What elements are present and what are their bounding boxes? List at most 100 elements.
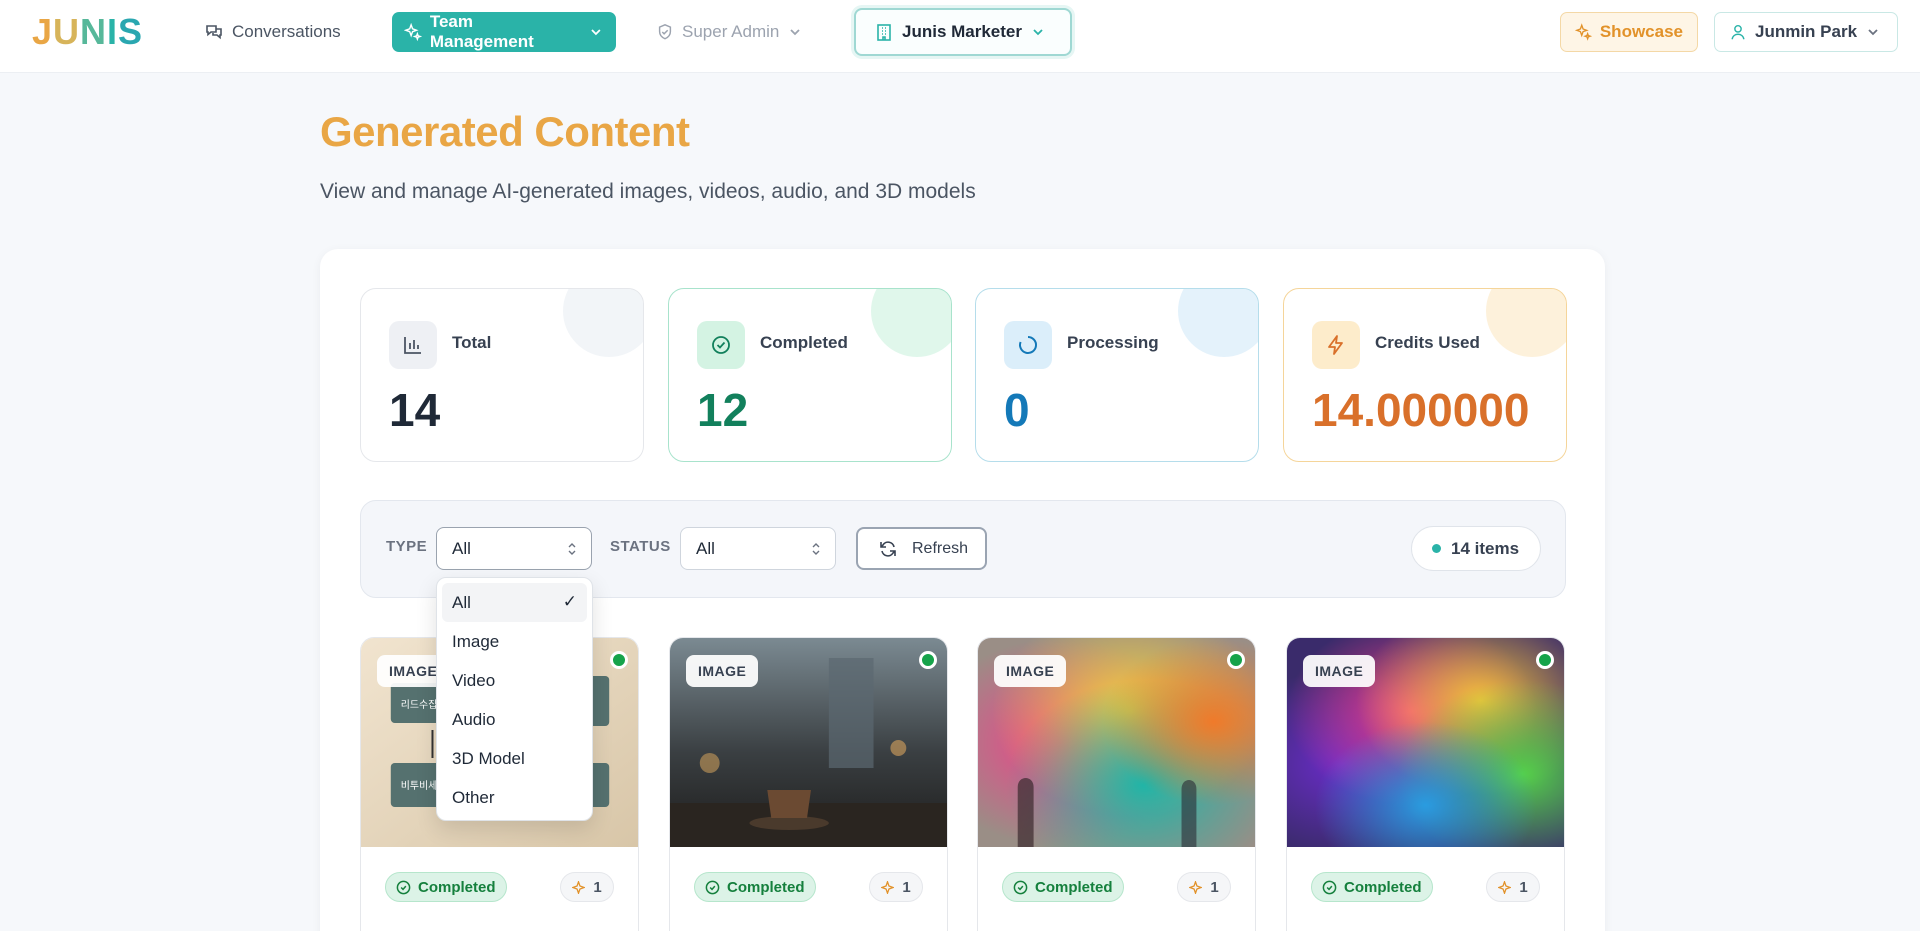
- shield-check-icon: [658, 24, 672, 40]
- status-label: Completed: [418, 878, 496, 896]
- type-filter-label: TYPE: [386, 538, 428, 555]
- check-circle-icon: [697, 321, 745, 369]
- credit-value: 1: [902, 878, 911, 896]
- chevron-down-icon: [790, 29, 800, 36]
- option-label: Audio: [452, 709, 496, 729]
- check-icon: ✓: [562, 592, 577, 611]
- organization-selector[interactable]: Junis Marketer: [854, 8, 1072, 56]
- nav-super-admin-label: Super Admin: [682, 22, 780, 41]
- credit-badge: 1: [869, 872, 923, 902]
- stat-label: Completed: [760, 333, 848, 352]
- lightning-icon: [1312, 321, 1360, 369]
- stat-label: Credits Used: [1375, 333, 1480, 352]
- credit-value: 1: [1519, 878, 1528, 896]
- content-card[interactable]: IMAGE Completed 1: [1286, 637, 1565, 931]
- type-option-audio[interactable]: Audio: [437, 700, 592, 739]
- status-indicator-dot: [1536, 651, 1554, 669]
- credit-value: 1: [1210, 878, 1219, 896]
- nav-team-management[interactable]: Team Management: [392, 12, 616, 52]
- nav-conversations-label: Conversations: [232, 22, 341, 41]
- credit-badge: 1: [560, 872, 614, 902]
- sparkle-icon: [1189, 880, 1203, 894]
- status-indicator-dot: [919, 651, 937, 669]
- chevron-down-icon: [591, 29, 601, 36]
- stat-card-completed: Completed 12: [668, 288, 952, 462]
- option-label: All: [452, 592, 471, 612]
- type-dropdown-menu: All ✓ Image Video Audio 3D Model Other: [436, 577, 593, 821]
- credit-badge: 1: [1486, 872, 1540, 902]
- stat-value: 14.000000: [1312, 384, 1530, 436]
- content-card[interactable]: IMAGE Completed 1: [669, 637, 948, 931]
- showcase-button[interactable]: Showcase: [1560, 12, 1698, 52]
- decorative-circle: [871, 289, 951, 357]
- stat-value: 14: [389, 384, 441, 436]
- status-badge: Completed: [694, 872, 816, 902]
- type-option-image[interactable]: Image: [437, 622, 592, 661]
- stat-value: 12: [697, 384, 749, 436]
- user-menu[interactable]: Junmin Park: [1714, 12, 1898, 52]
- sparkles-icon: [1575, 23, 1592, 41]
- option-label: Video: [452, 670, 496, 690]
- credit-value: 1: [593, 878, 602, 896]
- type-select-value: All: [452, 538, 471, 558]
- sparkles-icon: [404, 23, 422, 41]
- stat-card-processing: Processing 0: [975, 288, 1259, 462]
- content-type-tag: IMAGE: [1303, 655, 1376, 687]
- junis-logo[interactable]: JUNIS: [32, 14, 143, 50]
- type-option-3d-model[interactable]: 3D Model: [437, 739, 592, 778]
- user-name: Junmin Park: [1755, 22, 1858, 41]
- nav-team-management-label: Team Management: [429, 12, 534, 51]
- type-option-other[interactable]: Other: [437, 778, 592, 817]
- svg-text:비투비세: 비투비세: [401, 780, 438, 792]
- stat-card-total: Total 14: [360, 288, 644, 462]
- check-circle-icon: [1013, 880, 1028, 894]
- sparkle-icon: [572, 880, 586, 894]
- status-label: Completed: [1035, 878, 1113, 896]
- nav-conversations[interactable]: Conversations: [204, 12, 341, 52]
- content-card[interactable]: IMAGE Completed 1: [977, 637, 1256, 931]
- decorative-circle: [1178, 289, 1258, 357]
- svg-text:리드수집: 리드수집: [401, 699, 438, 711]
- status-select-value: All: [696, 538, 715, 558]
- content-type-tag: IMAGE: [686, 655, 759, 687]
- spinner-icon: [1004, 321, 1052, 369]
- chat-bubbles-icon: [206, 25, 222, 40]
- refresh-button[interactable]: Refresh: [856, 527, 987, 570]
- status-dot: [1432, 544, 1441, 553]
- check-circle-icon: [396, 880, 411, 894]
- sparkle-icon: [1498, 880, 1512, 894]
- type-option-video[interactable]: Video: [437, 661, 592, 700]
- showcase-label: Showcase: [1599, 22, 1683, 41]
- status-select[interactable]: All: [680, 527, 836, 570]
- status-badge: Completed: [1311, 872, 1433, 902]
- status-badge: Completed: [1002, 872, 1124, 902]
- nav-super-admin[interactable]: Super Admin: [656, 12, 803, 52]
- option-label: Image: [452, 631, 500, 651]
- chevron-down-icon: [1033, 29, 1043, 36]
- status-label: Completed: [1344, 878, 1422, 896]
- content-type-tag: IMAGE: [994, 655, 1067, 687]
- bar-chart-icon: [389, 321, 437, 369]
- decorative-circle: [1486, 289, 1566, 357]
- stat-value: 0: [1004, 384, 1030, 436]
- item-count-badge: 14 items: [1411, 526, 1541, 571]
- status-filter-label: STATUS: [610, 538, 671, 555]
- type-option-all[interactable]: All ✓: [442, 583, 587, 622]
- credit-badge: 1: [1177, 872, 1231, 902]
- page-subtitle: View and manage AI-generated images, vid…: [320, 180, 976, 203]
- stat-label: Processing: [1067, 333, 1159, 352]
- check-circle-icon: [1322, 880, 1337, 894]
- option-label: 3D Model: [452, 748, 525, 768]
- user-icon: [1731, 24, 1745, 40]
- status-indicator-dot: [1227, 651, 1245, 669]
- stat-card-credits: Credits Used 14.000000: [1283, 288, 1567, 462]
- option-label: Other: [452, 787, 495, 807]
- status-label: Completed: [727, 878, 805, 896]
- chevron-down-icon: [1868, 29, 1878, 36]
- status-indicator-dot: [610, 651, 628, 669]
- sparkle-icon: [881, 880, 895, 894]
- item-count: 14 items: [1451, 538, 1520, 558]
- organization-name: Junis Marketer: [902, 22, 1022, 41]
- stat-label: Total: [452, 333, 492, 352]
- type-select[interactable]: All: [436, 527, 592, 570]
